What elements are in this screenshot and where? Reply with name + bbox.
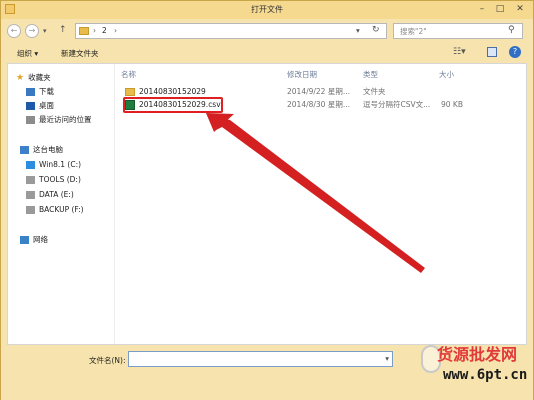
drive-icon	[26, 206, 35, 214]
highlight-box	[123, 97, 223, 113]
back-button[interactable]: ←	[7, 24, 21, 38]
breadcrumb-separator-trailing: ›	[114, 26, 117, 35]
recent-places-icon	[26, 116, 35, 124]
forward-button[interactable]: →	[25, 24, 39, 38]
nav-this-pc-label: 这台电脑	[33, 145, 63, 154]
nav-item-label: 最近访问的位置	[39, 115, 92, 124]
nav-item-label: Win8.1 (C:)	[39, 160, 82, 169]
content-area: ★ 收藏夹 下载 桌面 最近访问的位置 这台电脑 Win8.1 (C:) TOOL…	[7, 63, 527, 345]
view-options-icon[interactable]: ☷▾	[453, 47, 466, 57]
refresh-icon[interactable]: ↻	[372, 25, 380, 35]
column-header-modified[interactable]: 修改日期	[287, 69, 317, 80]
nav-drive-f[interactable]: BACKUP (F:)	[26, 204, 84, 216]
back-arrow-icon: ←	[10, 26, 18, 35]
recent-locations-chevron-icon[interactable]: ▾	[43, 27, 47, 35]
filename-label: 文件名(N):	[89, 356, 126, 365]
search-placeholder: 搜索"2"	[400, 27, 427, 36]
organize-button[interactable]: 组织 ▾	[17, 48, 38, 59]
nav-this-pc[interactable]: 这台电脑	[20, 144, 63, 156]
drive-icon	[26, 191, 35, 199]
minimize-button[interactable]: –	[475, 3, 489, 15]
network-icon	[20, 236, 29, 244]
window-title: 打开文件	[251, 5, 283, 14]
maximize-button[interactable]: □	[493, 3, 507, 15]
column-header-type[interactable]: 类型	[363, 69, 378, 80]
nav-item-downloads[interactable]: 下载	[26, 86, 54, 98]
nav-item-label: DATA (E:)	[39, 190, 74, 199]
up-arrow-icon[interactable]: ↑	[59, 25, 67, 35]
nav-drive-d[interactable]: TOOLS (D:)	[26, 174, 81, 186]
drive-windows-icon	[26, 161, 35, 169]
column-header-size[interactable]: 大小	[439, 69, 454, 80]
file-type: 文件夹	[363, 87, 386, 96]
filename-input[interactable]: ▾	[128, 351, 393, 367]
column-header-name[interactable]: 名称	[121, 69, 136, 80]
address-dropdown-icon[interactable]: ▾	[356, 26, 360, 35]
file-modified: 2014/9/22 星期...	[287, 87, 350, 96]
nav-item-label: BACKUP (F:)	[39, 205, 84, 214]
drive-icon	[26, 176, 35, 184]
open-file-dialog: 打开文件 – □ ✕ ← → ▾ ↑ › 2 › ▾ ↻ 搜索"2" ⚲ 组织 …	[0, 0, 534, 400]
download-icon	[26, 88, 35, 96]
file-size: 90 KB	[441, 100, 463, 109]
nav-item-label: 桌面	[39, 101, 54, 110]
filename-dropdown-icon[interactable]: ▾	[385, 354, 389, 363]
breadcrumb-segment[interactable]: 2	[102, 26, 107, 35]
nav-network-label: 网络	[33, 235, 48, 244]
nav-item-desktop[interactable]: 桌面	[26, 100, 54, 112]
title-bar: 打开文件 – □ ✕	[1, 1, 533, 19]
nav-favorites[interactable]: ★ 收藏夹	[16, 72, 51, 84]
nav-item-label: TOOLS (D:)	[39, 175, 81, 184]
close-button[interactable]: ✕	[513, 3, 527, 15]
command-toolbar: 组织 ▾ 新建文件夹 ☷▾ ?	[1, 43, 533, 63]
file-list: 名称 修改日期 类型 大小 20140830152029 2014/9/22 星…	[114, 64, 526, 344]
breadcrumb-separator: ›	[93, 26, 96, 35]
search-input[interactable]: 搜索"2" ⚲	[393, 23, 523, 39]
nav-item-label: 下载	[39, 87, 54, 96]
preview-pane-icon[interactable]	[487, 47, 497, 57]
nav-drive-e[interactable]: DATA (E:)	[26, 189, 74, 201]
nav-network[interactable]: 网络	[20, 234, 48, 246]
folder-icon	[79, 27, 89, 35]
folder-icon	[125, 88, 135, 96]
new-folder-button[interactable]: 新建文件夹	[61, 48, 99, 59]
nav-drive-c[interactable]: Win8.1 (C:)	[26, 159, 81, 171]
forward-arrow-icon: →	[28, 26, 36, 35]
star-icon: ★	[16, 73, 25, 83]
file-modified: 2014/8/30 星期...	[287, 100, 350, 109]
file-type: 逗号分隔符CSV文...	[363, 100, 431, 109]
computer-icon	[20, 146, 29, 154]
desktop-icon	[26, 102, 35, 110]
nav-item-recent-places[interactable]: 最近访问的位置	[26, 114, 92, 126]
navigation-pane: ★ 收藏夹 下载 桌面 最近访问的位置 这台电脑 Win8.1 (C:) TOOL…	[8, 64, 108, 344]
address-bar-row: ← → ▾ ↑ › 2 › ▾ ↻ 搜索"2" ⚲	[1, 19, 533, 43]
nav-favorites-label: 收藏夹	[28, 73, 51, 82]
watermark-line2: www.6pt.cn	[443, 367, 528, 383]
address-input[interactable]: › 2 › ▾ ↻	[75, 23, 387, 39]
watermark-line1: 货源批发网	[437, 345, 518, 364]
help-icon[interactable]: ?	[509, 46, 521, 58]
search-icon[interactable]: ⚲	[508, 25, 515, 35]
watermark: 货源批发网 www.6pt.cn	[421, 341, 531, 399]
